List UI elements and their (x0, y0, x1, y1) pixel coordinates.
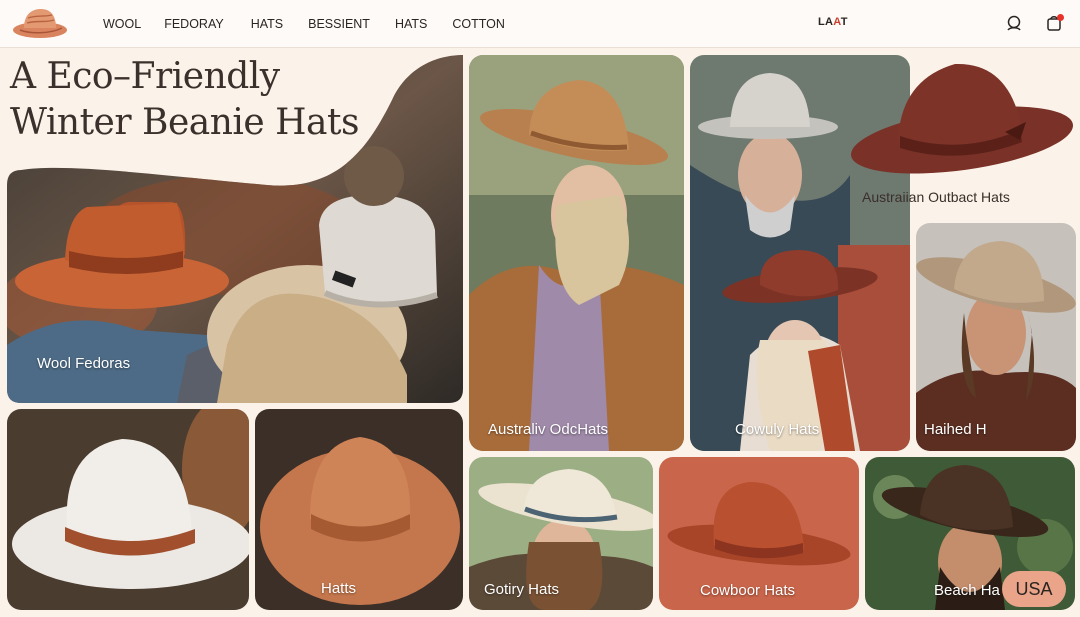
card-label-cowboy: Cowuly Hats (735, 421, 820, 438)
brand-prefix: LA (818, 16, 834, 28)
top-navigation-bar: WOOL FEDORAY HATS BESSIENT HATS COTTON L… (0, 0, 1080, 48)
user-icon[interactable] (1004, 13, 1024, 33)
card-cotton-hats[interactable]: Gotiry Hats (469, 457, 653, 610)
rust-hat-photo (255, 409, 463, 610)
card-label-haihed: Haihed H (924, 421, 987, 438)
card-cowboor-hats[interactable]: Cowboor Hats (659, 457, 859, 610)
main-nav: WOOL FEDORAY HATS BESSIENT HATS COTTON (103, 0, 505, 47)
cart-icon[interactable] (1045, 13, 1065, 33)
nav-item-hats[interactable]: HATS (251, 17, 283, 31)
nav-item-cotton[interactable]: COTTON (452, 17, 505, 31)
card-label-beach: Beach Ha (934, 582, 1000, 599)
card-white-fedora[interactable] (7, 409, 249, 610)
card-hatts[interactable]: Hatts (255, 409, 463, 610)
card-label-outback: Austraiian Outbact Hats (862, 189, 1010, 205)
region-badge-usa[interactable]: USA (1002, 571, 1066, 607)
card-australia-hats[interactable]: Australiv OdcHats (469, 55, 684, 451)
brand-suffix: T (840, 16, 848, 28)
card-wool-fedoras[interactable]: Wool Fedoras (7, 55, 463, 403)
card-label-wool-fedoras: Wool Fedoras (37, 355, 131, 372)
wool-fedora-photo (7, 55, 463, 403)
nav-item-fedoray[interactable]: FEDORAY (164, 17, 224, 31)
card-label-australia: Australiv OdcHats (488, 421, 609, 438)
brand-highlight: A (833, 16, 841, 28)
card-label-cotton: Gotiry Hats (484, 581, 560, 598)
card-haihed-hats[interactable]: Haihed H (916, 223, 1076, 451)
card-label-hatts: Hatts (321, 580, 357, 597)
card-outback-hats[interactable]: Austraiian Outbact Hats (840, 50, 1080, 210)
cart-notification-dot (1057, 14, 1064, 21)
nav-item-wool[interactable]: WOOL (103, 17, 141, 31)
hat-logo-icon[interactable] (10, 4, 70, 42)
brand-wordmark[interactable]: LAAT (818, 16, 848, 28)
australia-hat-photo (469, 55, 684, 451)
nav-item-hats-2[interactable]: HATS (395, 17, 427, 31)
nav-item-bessient[interactable]: BESSIENT (308, 17, 370, 31)
haihed-hat-photo (916, 223, 1076, 451)
outback-hat-product-photo (851, 63, 1073, 174)
card-label-cowboor: Cowboor Hats (700, 582, 796, 599)
white-fedora-photo (7, 409, 249, 610)
